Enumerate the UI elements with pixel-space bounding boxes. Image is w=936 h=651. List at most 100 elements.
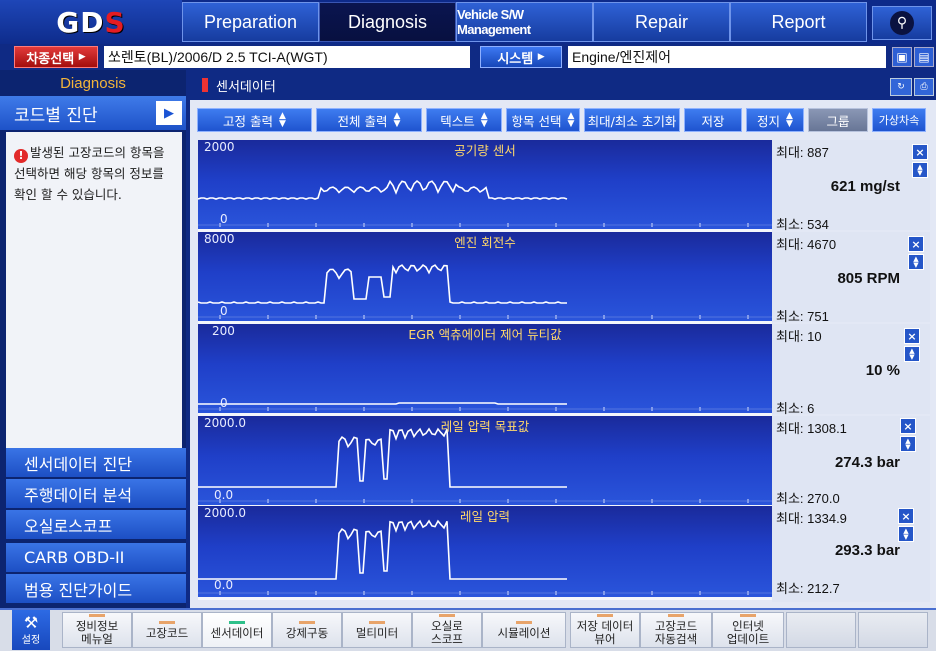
graph-title: 레일 압력 목표값 — [440, 419, 530, 434]
bottom-tab[interactable]: 센서데이터 — [202, 612, 272, 648]
close-graph-icon[interactable]: × — [908, 236, 924, 252]
sidebar-item-label: 센서데이터 진단 — [24, 454, 133, 474]
toolbar-label: 정지 — [757, 113, 781, 129]
item-select-button[interactable]: 항목 선택 ▲ ▼ — [506, 108, 580, 132]
value-min: 최소: 6 — [776, 401, 815, 416]
sidebar-section-code-diagnosis[interactable]: 코드별 진단 ▶ — [0, 96, 186, 130]
toolbar-label: 텍스트 — [440, 113, 475, 129]
fixed-output-button[interactable]: 고정 출력 ▲ ▼ — [197, 108, 312, 132]
value-current: 10 % — [865, 362, 900, 379]
updown-icon[interactable]: ▲ ▼ — [900, 436, 916, 452]
bottom-tab[interactable]: 고장코드 자동검색 — [640, 612, 712, 648]
document-icon[interactable]: ▤ — [914, 47, 934, 67]
value-current: 274.3 bar — [834, 454, 900, 471]
virtual-speed-button[interactable]: 가상차속 — [872, 108, 926, 132]
graph-scale-min: 0 — [220, 304, 228, 318]
sidebar-message: 발생된 고장코드의 항목을 선택하면 해당 항목의 정보를 확인 할 수 있습니… — [14, 145, 165, 202]
toolbar-label: 최대/최소 초기화 — [587, 113, 677, 129]
sidebar-item-carb-obd[interactable]: CARB OBD-II — [6, 543, 186, 573]
bottom-tab[interactable]: 저장 데이터 뷰어 — [570, 612, 640, 648]
tab-preparation[interactable]: Preparation — [182, 2, 319, 42]
main-header: 센서데이터 — [192, 74, 892, 96]
sidebar-item-diagnostic-guide[interactable]: 범용 진단가이드 — [6, 574, 186, 604]
graph-title: 공기량 센서 — [454, 143, 516, 158]
sidebar-item-sensor-data[interactable]: 센서데이터 진단 — [6, 448, 186, 478]
graph-scale-min: 0 — [220, 396, 228, 410]
graph-title: 레일 압력 — [460, 509, 510, 524]
all-output-button[interactable]: 전체 출력 ▲ ▼ — [316, 108, 422, 132]
sidebar-item-driving-data[interactable]: 주행데이터 분석 — [6, 479, 186, 509]
bottom-tab-label: 시뮬레이션 — [497, 625, 551, 640]
camera-icon[interactable]: ▣ — [892, 47, 912, 67]
text-button[interactable]: 텍스트 ▲ ▼ — [426, 108, 502, 132]
group-button[interactable]: 그룹 — [808, 108, 868, 132]
bottom-tab-label: 고장코드 — [145, 625, 189, 640]
settings-button[interactable]: ⚒ 설정 — [12, 610, 50, 650]
sidebar-item-label: 오실로스코프 — [24, 516, 113, 536]
close-graph-icon[interactable]: × — [912, 144, 928, 160]
value-min: 최소: 212.7 — [776, 581, 840, 596]
graph-scale-min: 0.0 — [214, 578, 234, 592]
bottom-tab[interactable]: 강제구동 — [272, 612, 342, 648]
warning-icon: ! — [14, 149, 28, 163]
tab-indicator — [668, 614, 684, 617]
graph-trace — [198, 179, 568, 200]
value-max: 최대: 4670 — [776, 237, 837, 252]
graph-title: 엔진 회전수 — [454, 235, 516, 250]
sidebar-item-oscilloscope[interactable]: 오실로스코프 — [6, 510, 186, 540]
bottom-tab-label: 뷰어 — [594, 632, 616, 646]
save-button[interactable]: 저장 — [684, 108, 742, 132]
value-box-air-flow: 최대: 887 621 mg/st 최소: 534 — [772, 140, 930, 232]
toolbar-label: 그룹 — [826, 113, 850, 129]
refresh-icon[interactable]: ↻ — [890, 78, 912, 96]
search-button[interactable]: ⚲ — [872, 6, 932, 40]
chevron-right-icon[interactable]: ▶ — [156, 101, 182, 125]
close-graph-icon[interactable]: × — [904, 328, 920, 344]
bottom-tab-label: 자동검색 — [654, 632, 698, 646]
close-graph-icon[interactable]: × — [898, 508, 914, 524]
updown-icon: ▲ ▼ — [279, 111, 286, 129]
graph-title: EGR 액츄에이터 제어 듀티값 — [408, 327, 562, 342]
graph-scale-min: 0.0 — [214, 488, 234, 502]
graph-air-flow: 2000 0 공기량 센서 — [198, 140, 772, 232]
tab-report[interactable]: Report — [730, 2, 867, 42]
graph-trace — [198, 264, 567, 304]
stop-button[interactable]: 정지 ▲ ▼ — [746, 108, 804, 132]
tab-repair[interactable]: Repair — [593, 2, 730, 42]
bottom-tab[interactable]: 정비정보 메뉴얼 — [62, 612, 132, 648]
updown-icon[interactable]: ▲ ▼ — [904, 346, 920, 362]
updown-icon[interactable]: ▲ ▼ — [908, 254, 924, 270]
bottom-tab[interactable]: 고장코드 — [132, 612, 202, 648]
bottom-tab-empty — [858, 612, 928, 648]
toolbar-label: 저장 — [701, 113, 725, 129]
arrow-right-icon: ▶ — [537, 52, 545, 62]
system-field[interactable]: Engine/엔진제어 — [568, 46, 886, 68]
bottom-tab[interactable]: 멀티미터 — [342, 612, 412, 648]
vehicle-field[interactable]: 쏘렌토(BL)/2006/D 2.5 TCI-A(WGT) — [104, 46, 470, 68]
search-icon: ⚲ — [890, 11, 914, 35]
tab-indicator — [597, 614, 613, 617]
bottom-tab[interactable]: 오실로 스코프 — [412, 612, 482, 648]
value-current: 805 RPM — [837, 270, 900, 287]
bottom-tab[interactable]: 시뮬레이션 — [482, 612, 566, 648]
value-current: 293.3 bar — [834, 542, 900, 559]
updown-icon[interactable]: ▲ ▼ — [898, 526, 914, 542]
updown-icon: ▲ ▼ — [786, 111, 793, 129]
bottom-tab[interactable]: 인터넷 업데이트 — [712, 612, 784, 648]
system-select-button[interactable]: 시스템 ▶ — [480, 46, 562, 68]
minmax-reset-button[interactable]: 최대/최소 초기화 — [584, 108, 680, 132]
value-max: 최대: 1334.9 — [776, 511, 847, 526]
tools-icon: ⚒ — [23, 612, 39, 632]
graph-egr-duty: 200 0 EGR 액츄에이터 제어 듀티값 — [198, 324, 772, 416]
close-graph-icon[interactable]: × — [900, 418, 916, 434]
bottom-tab-label: 스코프 — [431, 632, 463, 646]
bottom-tab-label: 강제구동 — [285, 625, 329, 640]
updown-icon[interactable]: ▲ ▼ — [912, 162, 928, 178]
print-icon[interactable]: ⎙ — [914, 78, 934, 96]
tab-vehicle-sw-management[interactable]: Vehicle S/W Management — [456, 2, 593, 42]
tab-diagnosis[interactable]: Diagnosis — [319, 2, 456, 42]
bottom-tab-label: 메뉴얼 — [81, 632, 113, 646]
sidebar-section-label: 코드별 진단 — [14, 105, 98, 126]
vehicle-select-button[interactable]: 차종선택 ▶ — [14, 46, 98, 68]
toolbar-label: 가상차속 — [878, 114, 920, 127]
